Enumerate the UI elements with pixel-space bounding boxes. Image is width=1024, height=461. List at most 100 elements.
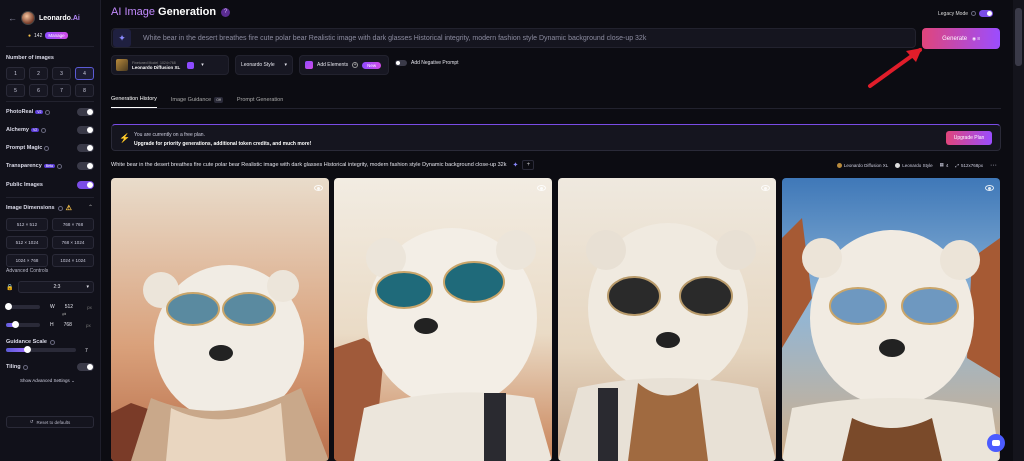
polar-bear-image xyxy=(334,178,552,461)
height-value[interactable]: 768 xyxy=(64,322,72,328)
upgrade-plan-button[interactable]: Upgrade Plan xyxy=(946,131,992,145)
height-label: H xyxy=(50,322,54,328)
link-icon[interactable]: ⇄ xyxy=(62,312,66,318)
brand-avatar xyxy=(21,11,35,25)
plan-status-text: You are currently on a free plan. xyxy=(134,132,205,138)
tab-prompt-generation[interactable]: Prompt Generation xyxy=(237,96,283,108)
tiling-row: Tiling xyxy=(6,362,94,372)
num-images-option[interactable]: 2 xyxy=(29,67,48,80)
eye-icon[interactable] xyxy=(761,185,770,191)
num-images-option[interactable]: 7 xyxy=(52,84,71,97)
generated-image[interactable] xyxy=(558,178,776,461)
add-elements-button[interactable]: Add Elements + New xyxy=(299,55,389,75)
dimension-option[interactable]: 768 × 768 xyxy=(52,218,94,231)
info-icon[interactable] xyxy=(49,339,55,345)
dimension-option[interactable]: 1024 × 768 xyxy=(6,254,48,267)
photoreal-row: PhotoReal V2 xyxy=(6,107,94,117)
meta-style: Leonardo Style xyxy=(902,162,933,168)
tiling-toggle[interactable] xyxy=(77,363,94,371)
photoreal-tag: V2 xyxy=(35,110,44,114)
photoreal-toggle[interactable] xyxy=(77,108,94,116)
generation-prompt: White bear in the desert breathes fire c… xyxy=(111,162,507,168)
show-advanced-settings[interactable]: Show Advanced Settings ⌄ xyxy=(20,378,75,384)
tab-generation-history[interactable]: Generation History xyxy=(111,96,157,108)
guidance-slider[interactable] xyxy=(6,346,76,353)
width-unit: px xyxy=(87,304,92,310)
model-thumbnail xyxy=(116,59,128,71)
legacy-mode-label: Legacy Mode xyxy=(938,10,969,17)
public-images-row: Public Images xyxy=(6,180,94,190)
tabs-divider xyxy=(111,108,1001,109)
dimension-option[interactable]: 512 × 512 xyxy=(6,218,48,231)
num-images-option[interactable]: 1 xyxy=(6,67,25,80)
alchemy-toggle[interactable] xyxy=(77,126,94,134)
generated-image[interactable] xyxy=(111,178,329,461)
model-selector[interactable]: Finetuned Model 1024×768 Leonardo Diffus… xyxy=(111,55,229,75)
num-images-option[interactable]: 8 xyxy=(75,84,94,97)
num-images-option[interactable]: 3 xyxy=(52,67,71,80)
prompt-magic-toggle[interactable] xyxy=(77,144,94,152)
num-images-option[interactable]: 5 xyxy=(6,84,25,97)
width-slider[interactable] xyxy=(5,303,40,310)
lock-icon[interactable]: 🔒 xyxy=(6,284,13,291)
info-icon[interactable] xyxy=(44,145,50,151)
sparkle-icon[interactable]: ✦ xyxy=(512,161,518,169)
scrollbar-thumb[interactable] xyxy=(1015,8,1022,66)
style-icon xyxy=(895,162,901,168)
meta-dims: 512x768px xyxy=(960,162,983,168)
num-images-option[interactable]: 6 xyxy=(29,84,48,97)
negative-prompt-label: Add Negative Prompt xyxy=(411,60,459,66)
generate-button[interactable]: Generate ◉ 8 xyxy=(922,28,1000,49)
width-value[interactable]: 512 xyxy=(65,304,73,310)
info-icon[interactable] xyxy=(57,205,63,211)
more-options-button[interactable]: ··· xyxy=(990,162,997,169)
advanced-controls-label: Advanced Controls xyxy=(6,268,49,274)
public-images-label: Public Images xyxy=(6,182,43,188)
brand-header[interactable]: ← Leonardo.Ai xyxy=(8,10,98,26)
manage-button[interactable]: Manage xyxy=(45,32,68,39)
chevron-up-icon[interactable]: ⌃ xyxy=(88,204,93,211)
info-icon[interactable] xyxy=(22,364,28,370)
help-icon[interactable]: ? xyxy=(221,7,231,17)
reset-icon: ↺ xyxy=(29,419,34,424)
chevron-down-icon: ▾ xyxy=(284,62,287,68)
height-slider[interactable] xyxy=(6,321,40,328)
prompt-input[interactable]: White bear in the desert breathes fire c… xyxy=(143,35,646,42)
polar-bear-image xyxy=(782,178,1000,461)
off-badge: Off xyxy=(214,96,223,103)
reset-defaults-button[interactable]: ↺ Reset to defaults xyxy=(6,416,94,428)
scrollbar[interactable] xyxy=(1013,0,1024,461)
chat-support-icon[interactable] xyxy=(987,434,1005,452)
meta-model: Leonardo Diffusion XL xyxy=(843,162,889,168)
tab-image-guidance[interactable]: Image Guidance Off xyxy=(171,96,223,108)
back-arrow-icon[interactable]: ← xyxy=(8,13,17,23)
dimensions-grid: 512 × 512 768 × 768 512 × 1024 768 × 102… xyxy=(6,218,94,267)
transparency-toggle[interactable] xyxy=(77,162,94,170)
dimension-option[interactable]: 1024 × 1024 xyxy=(52,254,94,267)
public-images-toggle[interactable] xyxy=(77,181,94,189)
guidance-header: Guidance Scale xyxy=(6,339,55,345)
num-images-option-selected[interactable]: 4 xyxy=(75,67,94,80)
eye-icon[interactable] xyxy=(537,185,546,191)
model-icon xyxy=(836,162,842,168)
model-badge-icon xyxy=(187,61,195,69)
dimension-option[interactable]: 512 × 1024 xyxy=(6,236,48,249)
height-unit: px xyxy=(85,322,91,328)
negative-prompt-toggle[interactable] xyxy=(395,60,407,66)
generated-image[interactable] xyxy=(782,178,1000,461)
legacy-mode-toggle[interactable] xyxy=(979,10,994,17)
info-icon[interactable] xyxy=(56,163,62,169)
generated-image[interactable] xyxy=(334,178,552,461)
dimension-option[interactable]: 768 × 1024 xyxy=(52,236,94,249)
eye-icon[interactable] xyxy=(314,185,323,191)
eye-icon[interactable] xyxy=(985,185,994,191)
aspect-ratio-select[interactable]: 2:3 ▾ xyxy=(18,281,94,293)
style-selector[interactable]: Leonardo Style ▾ xyxy=(235,55,293,75)
legacy-mode: Legacy Mode xyxy=(938,10,994,17)
prompt-tools-icon[interactable]: ✦ xyxy=(113,29,131,47)
info-icon[interactable] xyxy=(41,127,47,133)
info-icon[interactable] xyxy=(45,109,51,115)
info-icon[interactable] xyxy=(971,11,977,16)
token-icon: ● xyxy=(28,32,32,39)
add-button[interactable]: + xyxy=(522,160,535,170)
